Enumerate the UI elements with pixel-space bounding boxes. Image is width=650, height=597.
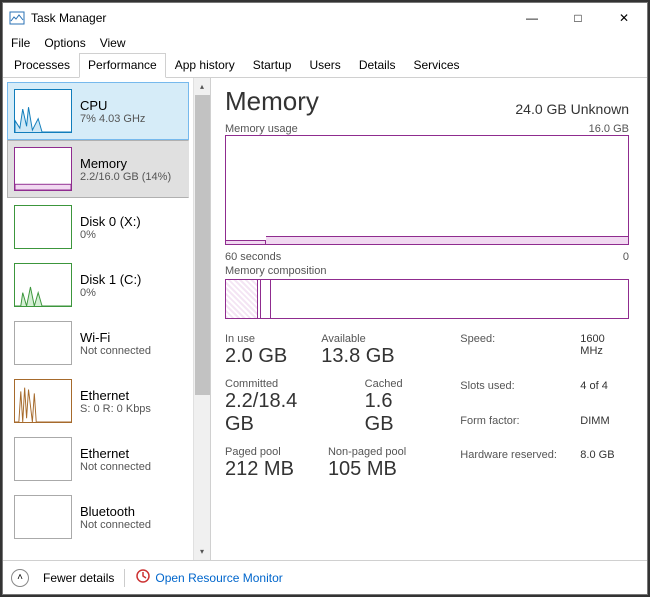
- inuse-label: In use: [225, 333, 287, 345]
- sidebar-item-bluetooth[interactable]: Bluetooth Not connected: [7, 488, 189, 546]
- sidebar-label: Wi-Fi: [80, 330, 151, 345]
- scroll-down-icon[interactable]: ▾: [195, 543, 210, 560]
- resmon-label: Open Resource Monitor: [155, 571, 282, 585]
- sidebar-sublabel: Not connected: [80, 461, 151, 473]
- scroll-thumb[interactable]: [195, 95, 210, 395]
- available-value: 13.8 GB: [321, 345, 394, 368]
- sidebar-sublabel: S: 0 R: 0 Kbps: [80, 403, 151, 415]
- wifi-sparkline: [14, 321, 72, 365]
- slots-label: Slots used:: [460, 380, 580, 412]
- window-controls: — □ ✕: [509, 3, 647, 33]
- tab-users[interactable]: Users: [300, 53, 349, 77]
- sidebar-label: Disk 0 (X:): [80, 214, 141, 229]
- minimize-button[interactable]: —: [509, 3, 555, 33]
- close-button[interactable]: ✕: [601, 3, 647, 33]
- bluetooth-sparkline: [14, 495, 72, 539]
- slots-value: 4 of 4: [580, 380, 629, 412]
- form-label: Form factor:: [460, 415, 580, 447]
- time-left: 60 seconds: [225, 251, 281, 263]
- sidebar-item-disk1[interactable]: Disk 1 (C:) 0%: [7, 256, 189, 314]
- cached-value: 1.6 GB: [365, 390, 427, 436]
- fewer-details-button[interactable]: Fewer details: [43, 571, 114, 585]
- scroll-up-icon[interactable]: ▴: [195, 78, 210, 95]
- available-label: Available: [321, 333, 394, 345]
- usage-label: Memory usage: [225, 123, 298, 135]
- resmon-icon: [135, 568, 151, 587]
- inuse-value: 2.0 GB: [225, 345, 287, 368]
- tab-performance[interactable]: Performance: [79, 53, 166, 78]
- sidebar-item-memory[interactable]: Memory 2.2/16.0 GB (14%): [7, 140, 189, 198]
- sidebar-item-cpu[interactable]: CPU 7% 4.03 GHz: [7, 82, 189, 140]
- divider: [124, 569, 125, 587]
- menu-view[interactable]: View: [100, 36, 126, 50]
- maximize-button[interactable]: □: [555, 3, 601, 33]
- sidebar-label: Disk 1 (C:): [80, 272, 141, 287]
- form-value: DIMM: [580, 415, 629, 447]
- menu-file[interactable]: File: [11, 36, 30, 50]
- disk-sparkline: [14, 263, 72, 307]
- usage-max: 16.0 GB: [589, 123, 629, 135]
- composition-label: Memory composition: [225, 265, 326, 277]
- sidebar-item-ethernet2[interactable]: Ethernet Not connected: [7, 430, 189, 488]
- committed-value: 2.2/18.4 GB: [225, 390, 331, 436]
- sidebar-sublabel: Not connected: [80, 345, 151, 357]
- paged-label: Paged pool: [225, 446, 294, 458]
- sidebar-label: Ethernet: [80, 388, 151, 403]
- sidebar-sublabel: 7% 4.03 GHz: [80, 113, 145, 125]
- footer: ˄ Fewer details Open Resource Monitor: [3, 560, 647, 594]
- ethernet-sparkline: [14, 379, 72, 423]
- cached-label: Cached: [365, 378, 427, 390]
- sidebar-sublabel: 0%: [80, 229, 141, 241]
- menu-options[interactable]: Options: [44, 36, 85, 50]
- sidebar-item-wifi[interactable]: Wi-Fi Not connected: [7, 314, 189, 372]
- tab-apphistory[interactable]: App history: [166, 53, 244, 77]
- tab-services[interactable]: Services: [405, 53, 469, 77]
- app-icon: [9, 10, 25, 26]
- detail-pane: Memory 24.0 GB Unknown Memory usage 16.0…: [211, 78, 647, 560]
- ethernet-sparkline: [14, 437, 72, 481]
- sidebar-scrollbar[interactable]: ▴ ▾: [193, 78, 210, 560]
- sidebar-sublabel: 0%: [80, 287, 141, 299]
- committed-label: Committed: [225, 378, 331, 390]
- sidebar-sublabel: Not connected: [80, 519, 151, 531]
- memory-usage-chart[interactable]: [225, 135, 629, 245]
- sidebar-label: Bluetooth: [80, 504, 151, 519]
- sidebar-item-ethernet[interactable]: Ethernet S: 0 R: 0 Kbps: [7, 372, 189, 430]
- sidebar-label: Ethernet: [80, 446, 151, 461]
- paged-value: 212 MB: [225, 458, 294, 481]
- task-manager-window: Task Manager — □ ✕ File Options View Pro…: [2, 2, 648, 595]
- sidebar-sublabel: 2.2/16.0 GB (14%): [80, 171, 171, 183]
- detail-spec: 24.0 GB Unknown: [515, 101, 629, 117]
- hw-label: Hardware reserved:: [460, 449, 580, 481]
- tab-startup[interactable]: Startup: [244, 53, 301, 77]
- nonpaged-label: Non-paged pool: [328, 446, 406, 458]
- body: CPU 7% 4.03 GHz Memory 2.2/16.0 GB (14%)…: [3, 78, 647, 560]
- nonpaged-value: 105 MB: [328, 458, 406, 481]
- speed-value: 1600 MHz: [580, 333, 629, 377]
- time-right: 0: [623, 251, 629, 263]
- sidebar: CPU 7% 4.03 GHz Memory 2.2/16.0 GB (14%)…: [3, 78, 193, 560]
- open-resource-monitor-link[interactable]: Open Resource Monitor: [135, 568, 282, 587]
- disk-sparkline: [14, 205, 72, 249]
- memory-composition-chart[interactable]: [225, 279, 629, 319]
- tab-details[interactable]: Details: [350, 53, 405, 77]
- memory-sparkline: [14, 147, 72, 191]
- tabs: Processes Performance App history Startu…: [3, 53, 647, 78]
- tab-processes[interactable]: Processes: [5, 53, 79, 77]
- sidebar-label: CPU: [80, 98, 145, 113]
- titlebar[interactable]: Task Manager — □ ✕: [3, 3, 647, 33]
- sidebar-label: Memory: [80, 156, 171, 171]
- menubar: File Options View: [3, 33, 647, 53]
- chevron-up-icon[interactable]: ˄: [11, 569, 29, 587]
- detail-title: Memory: [225, 86, 319, 117]
- sidebar-item-disk0[interactable]: Disk 0 (X:) 0%: [7, 198, 189, 256]
- window-title: Task Manager: [31, 11, 106, 25]
- hw-value: 8.0 GB: [580, 449, 629, 481]
- speed-label: Speed:: [460, 333, 580, 377]
- cpu-sparkline: [14, 89, 72, 133]
